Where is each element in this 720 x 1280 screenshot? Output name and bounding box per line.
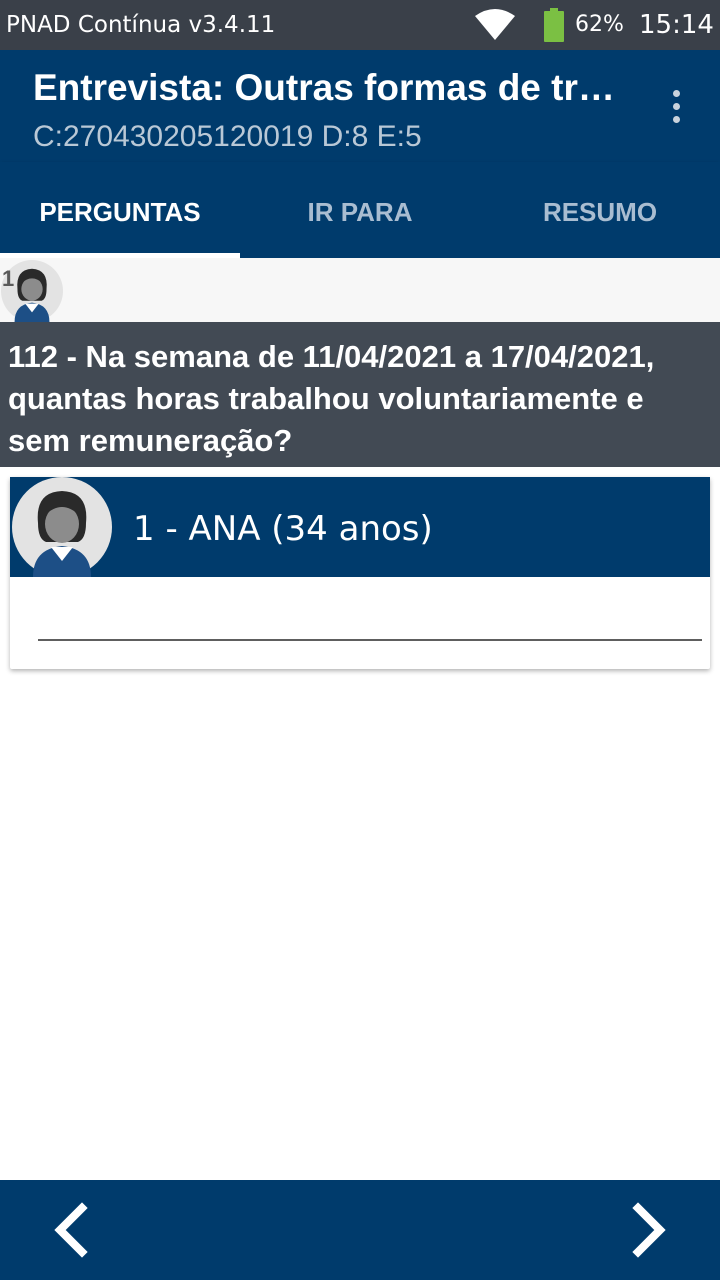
tab-label: IR PARA xyxy=(307,197,413,227)
person-name: 1 - ANA (34 anos) xyxy=(133,509,433,549)
tab-label: RESUMO xyxy=(542,197,658,227)
battery-icon xyxy=(544,8,564,42)
tab-resumo[interactable]: RESUMO xyxy=(480,162,720,258)
hours-answer-input[interactable] xyxy=(38,607,702,641)
screen: PNAD Contínua v3.4.11 62% 15:14 Entrevis… xyxy=(0,0,720,1280)
respondent-strip: 1 xyxy=(0,258,720,322)
overflow-menu-icon[interactable] xyxy=(660,86,692,126)
person-card: 1 - ANA (34 anos) xyxy=(10,477,710,669)
tab-bar: PERGUNTAS IR PARA RESUMO xyxy=(0,162,720,258)
page-title: Entrevista: Outras formas de tr… xyxy=(33,67,615,108)
status-bar: PNAD Contínua v3.4.11 62% 15:14 xyxy=(0,0,720,50)
tab-perguntas[interactable]: PERGUNTAS xyxy=(0,162,240,258)
battery-percent: 62% xyxy=(575,12,624,37)
bottom-navigation xyxy=(0,1180,720,1280)
question-text: 112 - Na semana de 11/04/2021 a 17/04/20… xyxy=(0,322,720,467)
chevron-right-icon[interactable] xyxy=(616,1198,680,1262)
tab-ir-para[interactable]: IR PARA xyxy=(240,162,480,258)
chevron-left-icon[interactable] xyxy=(40,1198,104,1262)
respondent-number: 1 xyxy=(2,266,15,291)
app-bar: Entrevista: Outras formas de tr… C:27043… xyxy=(0,50,720,162)
status-clock: 15:14 xyxy=(639,10,714,40)
person-avatar-icon xyxy=(12,477,112,577)
tab-label: PERGUNTAS xyxy=(39,197,201,227)
status-app-name: PNAD Contínua v3.4.11 xyxy=(6,12,276,38)
page-subtitle: C:270430205120019 D:8 E:5 xyxy=(33,120,422,153)
wifi-icon xyxy=(475,9,515,40)
person-card-header: 1 - ANA (34 anos) xyxy=(10,477,710,577)
